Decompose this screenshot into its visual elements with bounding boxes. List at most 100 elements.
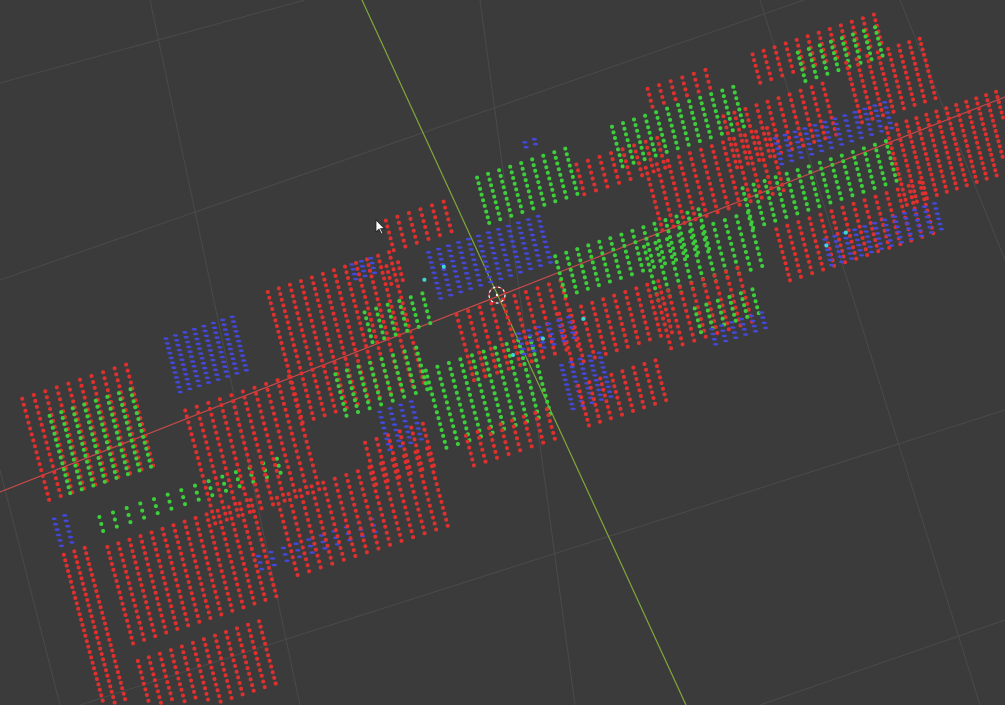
point-marker xyxy=(526,189,531,194)
point-cloud[interactable] xyxy=(20,12,1005,705)
point-marker xyxy=(492,194,497,199)
point-marker xyxy=(633,329,638,334)
green-point-group[interactable] xyxy=(475,146,580,225)
point-marker xyxy=(420,421,425,426)
point-marker xyxy=(676,198,681,203)
viewport-scene[interactable] xyxy=(0,0,1005,705)
point-marker xyxy=(455,280,461,283)
point-marker xyxy=(36,410,41,415)
point-marker xyxy=(245,407,250,412)
red-point-group[interactable] xyxy=(105,497,279,646)
point-marker xyxy=(330,398,335,403)
point-marker xyxy=(127,537,132,542)
point-marker xyxy=(121,454,126,459)
green-point-group[interactable] xyxy=(553,207,712,298)
point-marker xyxy=(244,660,249,665)
point-marker xyxy=(846,247,852,250)
green-point-group[interactable] xyxy=(47,387,153,496)
point-marker xyxy=(530,157,535,162)
point-marker xyxy=(948,160,952,165)
blue-point-group[interactable] xyxy=(163,315,249,394)
red-point-group[interactable] xyxy=(363,421,436,487)
point-marker xyxy=(612,253,617,258)
point-marker xyxy=(180,557,185,562)
green-point-group[interactable] xyxy=(795,25,885,83)
blue-point-group[interactable] xyxy=(255,517,378,571)
point-marker xyxy=(798,88,803,93)
point-marker xyxy=(387,308,392,313)
point-marker xyxy=(934,193,939,197)
point-marker xyxy=(883,182,888,187)
blue-point-group[interactable] xyxy=(522,137,539,149)
point-marker xyxy=(871,75,875,80)
red-point-group[interactable] xyxy=(750,12,884,85)
point-marker xyxy=(127,374,132,379)
red-point-group[interactable] xyxy=(464,407,557,468)
point-marker xyxy=(455,442,460,446)
point-marker xyxy=(363,295,368,299)
green-point-group[interactable] xyxy=(692,287,761,335)
point-marker xyxy=(86,603,91,608)
point-marker xyxy=(919,136,924,141)
blue-point-group[interactable] xyxy=(425,214,554,300)
red-point-group[interactable] xyxy=(774,180,936,283)
point-marker xyxy=(646,125,651,130)
point-marker xyxy=(191,553,196,558)
point-marker xyxy=(719,178,723,183)
red-point-group[interactable] xyxy=(61,545,128,705)
point-marker xyxy=(986,142,991,147)
blue-point-group[interactable] xyxy=(51,514,75,548)
red-point-group[interactable] xyxy=(383,199,454,253)
point-marker xyxy=(239,686,244,691)
point-marker xyxy=(141,681,146,686)
point-marker xyxy=(59,410,64,415)
point-marker xyxy=(320,271,325,276)
point-marker xyxy=(394,434,400,437)
red-point-group[interactable] xyxy=(20,362,156,502)
point-marker xyxy=(438,297,444,300)
blue-point-group[interactable] xyxy=(709,311,769,346)
point-marker xyxy=(412,437,417,442)
point-marker xyxy=(992,163,996,168)
point-marker xyxy=(191,365,197,368)
point-marker xyxy=(520,210,525,214)
point-marker xyxy=(224,517,229,522)
point-marker xyxy=(608,416,613,421)
point-marker xyxy=(89,614,94,619)
point-marker xyxy=(100,698,105,703)
red-point-group[interactable] xyxy=(183,374,322,526)
3d-viewport[interactable] xyxy=(0,0,1005,705)
point-marker xyxy=(242,364,248,367)
point-marker xyxy=(129,438,134,443)
point-marker xyxy=(445,523,450,528)
point-marker xyxy=(944,189,949,194)
blue-point-group[interactable] xyxy=(377,400,424,452)
red-point-group[interactable] xyxy=(654,266,754,351)
point-marker xyxy=(493,345,498,350)
point-marker xyxy=(393,428,399,432)
blue-point-group[interactable] xyxy=(772,101,895,166)
blue-point-group[interactable] xyxy=(822,202,945,267)
point-marker xyxy=(535,286,540,291)
point-marker xyxy=(777,238,782,243)
point-marker xyxy=(868,64,873,69)
point-marker xyxy=(382,276,387,281)
point-marker xyxy=(865,253,870,257)
point-marker xyxy=(350,293,355,297)
point-marker xyxy=(208,486,213,491)
point-marker xyxy=(593,378,599,382)
point-marker xyxy=(740,138,744,143)
point-marker xyxy=(560,368,566,372)
point-marker xyxy=(965,104,970,109)
point-marker xyxy=(362,310,367,315)
point-marker xyxy=(111,695,116,700)
point-marker xyxy=(992,123,997,128)
point-marker xyxy=(878,61,883,66)
point-marker xyxy=(802,242,807,247)
point-marker xyxy=(395,327,400,332)
point-marker xyxy=(669,300,674,305)
point-marker xyxy=(572,375,578,379)
red-point-group[interactable] xyxy=(265,250,426,425)
point-marker xyxy=(227,597,232,602)
red-point-group[interactable] xyxy=(135,619,278,705)
